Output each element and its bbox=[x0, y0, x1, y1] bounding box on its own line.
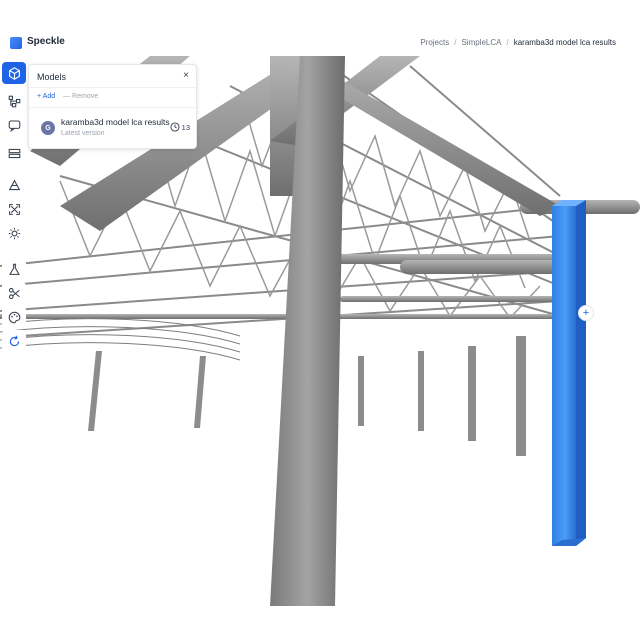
comments-toolbar-button[interactable] bbox=[2, 114, 26, 136]
add-comment-button[interactable]: + bbox=[578, 305, 594, 321]
comments-icon bbox=[8, 120, 20, 132]
zoom-extents-toolbar-button[interactable] bbox=[2, 198, 26, 220]
version-count: 13 bbox=[181, 122, 190, 132]
breadcrumb-separator: / bbox=[454, 38, 457, 47]
explorer-icon bbox=[8, 95, 20, 107]
breadcrumb-project[interactable]: SimpleLCA bbox=[461, 38, 501, 47]
breadcrumb-current-model[interactable]: karamba3d model lca results bbox=[514, 38, 616, 47]
cube-icon bbox=[8, 66, 20, 80]
selected-column[interactable] bbox=[552, 200, 586, 546]
section-toolbar-button[interactable] bbox=[2, 282, 26, 304]
model-list-item[interactable]: G karamba3d model lca results Latest ver… bbox=[29, 111, 196, 145]
breadcrumb-separator: / bbox=[506, 38, 509, 47]
explorer-toolbar-button[interactable] bbox=[2, 90, 26, 112]
palette-icon bbox=[8, 311, 20, 323]
divider bbox=[29, 107, 196, 108]
models-panel: Models × + Add — Remove G karamba3d mode… bbox=[28, 64, 197, 149]
zoom-extents-icon bbox=[8, 203, 20, 215]
app-name[interactable]: Speckle bbox=[27, 36, 65, 47]
models-panel-actions: + Add — Remove bbox=[37, 93, 98, 100]
measure-toolbar-button[interactable] bbox=[2, 174, 26, 196]
divider bbox=[29, 87, 196, 88]
version-history-button[interactable]: 13 bbox=[170, 122, 190, 132]
models-panel-title: Models bbox=[37, 72, 67, 82]
model-name[interactable]: karamba3d model lca results bbox=[61, 117, 170, 127]
scissors-icon bbox=[8, 287, 20, 299]
close-icon[interactable]: × bbox=[183, 70, 189, 81]
breadcrumb: Projects / SimpleLCA / karamba3d model l… bbox=[420, 38, 616, 47]
layers-toolbar-button[interactable] bbox=[2, 142, 26, 164]
top-navigation-bar: Speckle Projects / SimpleLCA / karamba3d… bbox=[0, 30, 640, 56]
light-toolbar-button[interactable] bbox=[2, 222, 26, 244]
filters-toolbar-button[interactable] bbox=[2, 306, 26, 328]
lab-toolbar-button[interactable] bbox=[2, 258, 26, 280]
add-model-button[interactable]: + Add bbox=[37, 93, 55, 100]
models-toolbar-button[interactable] bbox=[2, 62, 26, 84]
measure-icon bbox=[8, 179, 20, 190]
clock-icon bbox=[170, 122, 180, 132]
layers-icon bbox=[8, 148, 20, 158]
refresh-toolbar-button[interactable] bbox=[2, 330, 26, 352]
speckle-logo-icon[interactable] bbox=[10, 37, 22, 49]
breadcrumb-projects[interactable]: Projects bbox=[420, 38, 449, 47]
avatar: G bbox=[41, 121, 55, 135]
refresh-icon bbox=[9, 335, 19, 346]
flask-icon bbox=[8, 263, 20, 275]
remove-model-button[interactable]: — Remove bbox=[63, 93, 98, 100]
model-version-label: Latest version bbox=[61, 130, 105, 137]
light-icon bbox=[8, 227, 20, 239]
